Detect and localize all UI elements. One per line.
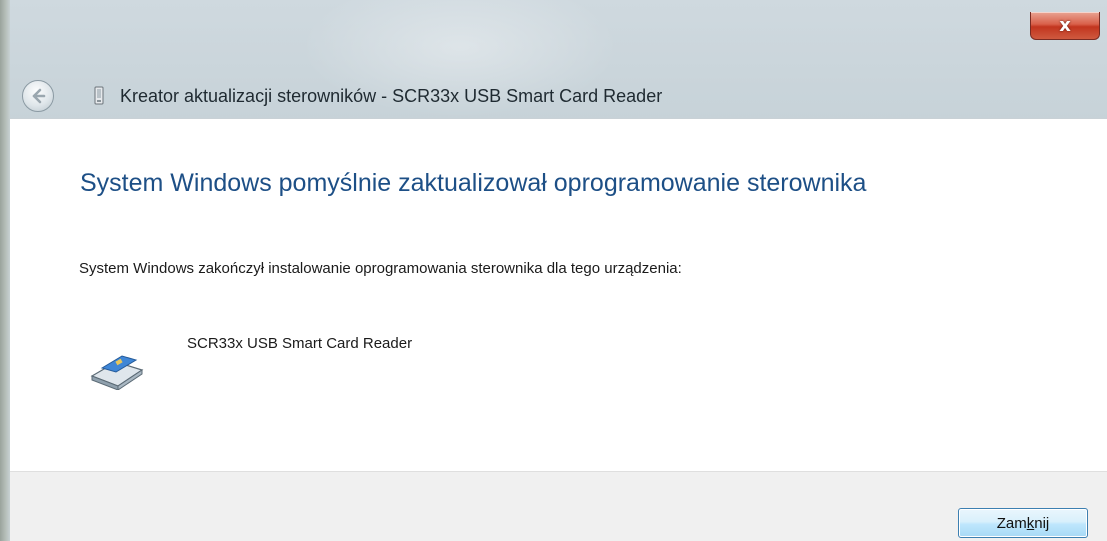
device-name: SCR33x USB Smart Card Reader [187,335,413,352]
dialog-footer [10,471,1107,541]
smart-card-reader-icon [90,355,144,390]
window-title: Kreator aktualizacji sterowników - SCR33… [120,86,663,106]
back-button[interactable] [22,80,54,112]
status-message: System Windows zakończył instalowanie op… [79,260,682,277]
window-left-border [0,0,10,541]
wizard-device-icon [94,86,104,105]
page-heading: System Windows pomyślnie zaktualizował o… [80,169,867,197]
back-arrow-icon [32,88,46,104]
close-icon: x [1059,15,1071,36]
close-button[interactable]: Zam k nij [958,508,1088,538]
close-button-mnemonic: k [1026,514,1035,532]
close-button-label-part1: Zam [996,514,1027,532]
window-close-button[interactable]: x [1030,12,1100,40]
close-button-label-part2: nij [1034,514,1050,532]
